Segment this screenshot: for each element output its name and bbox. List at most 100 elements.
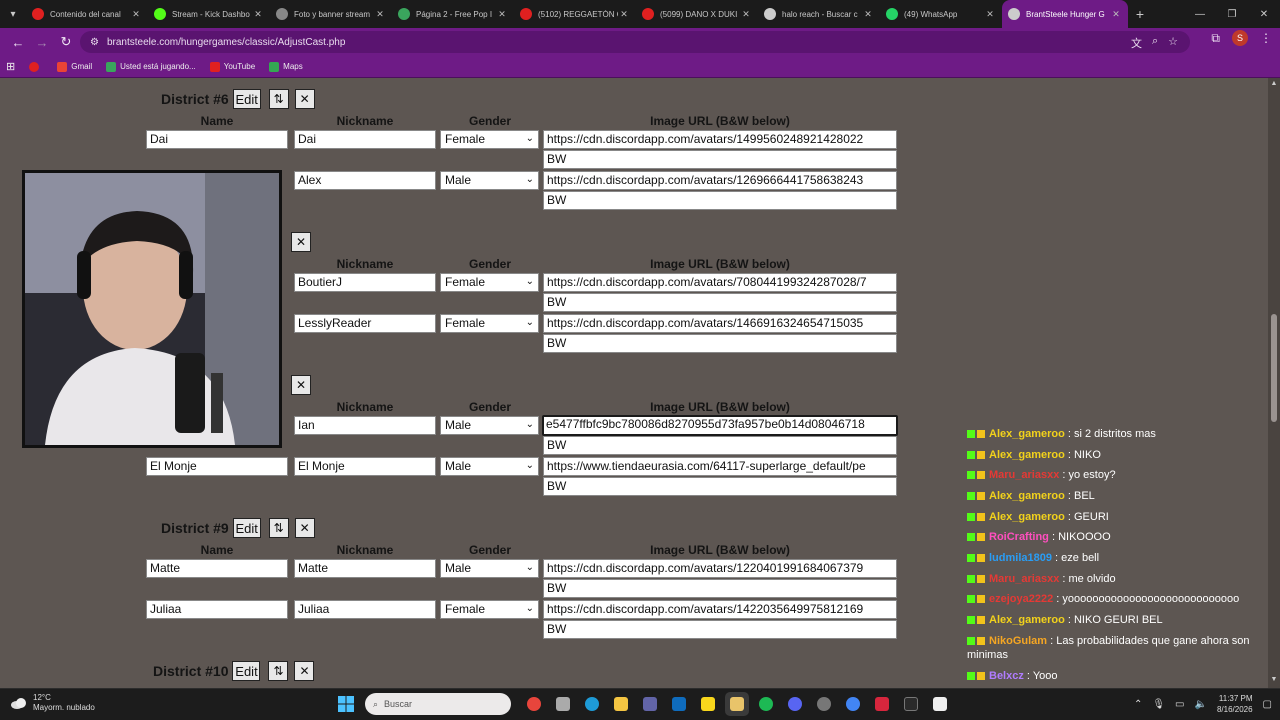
bw-image-url-input[interactable]: BW <box>543 191 897 210</box>
image-url-input[interactable]: https://cdn.discordapp.com/avatars/12696… <box>543 171 897 190</box>
chat-username[interactable]: Alex_gameroo <box>989 449 1065 461</box>
name-input[interactable]: Juliaa <box>146 600 288 619</box>
nickname-input[interactable]: Alex <box>294 171 436 190</box>
remove-district-button[interactable]: ✕ <box>291 232 311 252</box>
teams-app-icon[interactable] <box>638 692 662 716</box>
store-app-icon[interactable] <box>551 692 575 716</box>
image-url-input[interactable]: https://cdn.discordapp.com/avatars/70804… <box>543 273 897 292</box>
weather-widget[interactable]: 12°C Mayorm. nublado <box>10 693 95 713</box>
swap-button[interactable]: ⇅ <box>268 518 289 538</box>
browser-tab[interactable]: (49) WhatsApp ✕ <box>880 0 1002 28</box>
chat-username[interactable]: Maru_ariasxx <box>989 469 1059 481</box>
obs-app-icon[interactable] <box>812 692 836 716</box>
taskbar-search[interactable]: ⌕ Buscar <box>365 693 511 715</box>
chevron-up-icon[interactable]: ⌃ <box>1134 699 1142 710</box>
scroll-down-icon[interactable]: ▼ <box>1268 676 1280 686</box>
image-url-input[interactable]: https://cdn.discordapp.com/avatars/14995… <box>543 130 897 149</box>
image-url-input[interactable]: https://www.tiendaeurasia.com/64117-supe… <box>543 457 897 476</box>
browser-tab[interactable]: Página 2 - Free Pop I ✕ <box>392 0 514 28</box>
minimize-button[interactable]: — <box>1184 0 1216 28</box>
browser-tab[interactable]: Contenido del canal ✕ <box>26 0 148 28</box>
tab-search-icon[interactable]: ▾ <box>0 0 26 28</box>
gender-select[interactable]: Male ⌄ <box>440 559 539 578</box>
gender-select[interactable]: Male ⌄ <box>440 416 539 435</box>
image-url-input-focused[interactable]: e5477ffbfc9bc780086d8270955d73fa957be0b1… <box>542 415 898 436</box>
clock[interactable]: 11:37 PM 8/16/2026 <box>1217 693 1253 715</box>
zoom-icon[interactable]: ⌕ <box>1152 35 1158 51</box>
browser-tab[interactable]: (5102) REGGAETÓN C ✕ <box>514 0 636 28</box>
image-url-input[interactable]: https://cdn.discordapp.com/avatars/14669… <box>543 314 897 333</box>
active-app-icon[interactable] <box>725 692 749 716</box>
app-red-icon[interactable] <box>870 692 894 716</box>
gender-select[interactable]: Female ⌄ <box>440 314 539 333</box>
nickname-input[interactable]: BoutierJ <box>294 273 436 292</box>
remove-district-button[interactable]: ✕ <box>291 375 311 395</box>
chat-username[interactable]: NikoGulam <box>989 635 1047 647</box>
profile-avatar[interactable]: S <box>1232 30 1248 46</box>
bw-image-url-input[interactable]: BW <box>543 293 897 312</box>
tab-close-icon[interactable]: ✕ <box>740 9 752 20</box>
bookmark-item[interactable]: Maps <box>269 61 303 72</box>
tab-close-icon[interactable]: ✕ <box>984 9 996 20</box>
gender-select[interactable]: Male ⌄ <box>440 457 539 476</box>
apps-icon[interactable]: ⊞ <box>6 60 15 73</box>
chat-username[interactable]: ezejoya2222 <box>989 593 1053 605</box>
microphone-icon[interactable]: 🎙 <box>1152 699 1165 710</box>
swap-button[interactable]: ⇅ <box>268 89 289 109</box>
bw-image-url-input[interactable]: BW <box>543 477 897 496</box>
epic-app-icon[interactable] <box>899 692 923 716</box>
image-url-input[interactable]: https://cdn.discordapp.com/avatars/14220… <box>543 600 897 619</box>
page-scrollbar[interactable]: ▲ ▼ <box>1268 78 1280 688</box>
name-input[interactable]: Dai <box>146 130 288 149</box>
display-icon[interactable]: ▭ <box>1175 699 1184 710</box>
new-tab-button[interactable]: + <box>1128 6 1152 22</box>
image-url-input[interactable]: https://cdn.discordapp.com/avatars/12204… <box>543 559 897 578</box>
spotify-app-icon[interactable] <box>754 692 778 716</box>
chat-username[interactable]: Maru_ariasxx <box>989 573 1059 585</box>
chrome-profile-app-icon[interactable] <box>841 692 865 716</box>
address-bar[interactable]: ⚙ brantsteele.com/hungergames/classic/Ad… <box>80 31 1190 53</box>
edit-button[interactable]: Edit <box>232 661 261 681</box>
browser-tab[interactable]: (5099) DANO X DUKI ✕ <box>636 0 758 28</box>
chat-username[interactable]: Alex_gameroo <box>989 490 1065 502</box>
name-input[interactable]: Matte <box>146 559 288 578</box>
bw-image-url-input[interactable]: BW <box>543 150 897 169</box>
notes-app-icon[interactable] <box>696 692 720 716</box>
chat-username[interactable]: Alex_gameroo <box>989 511 1065 523</box>
bw-image-url-input[interactable]: BW <box>543 436 897 455</box>
menu-icon[interactable]: ⋮ <box>1260 31 1272 45</box>
swap-button[interactable]: ⇅ <box>268 661 289 681</box>
close-window-button[interactable]: ✕ <box>1248 0 1280 28</box>
explorer-app-icon[interactable] <box>609 692 633 716</box>
gender-select[interactable]: Female ⌄ <box>440 273 539 292</box>
tab-close-icon[interactable]: ✕ <box>374 9 386 20</box>
restore-button[interactable]: ❐ <box>1216 0 1248 28</box>
gender-select[interactable]: Male ⌄ <box>440 171 539 190</box>
bw-image-url-input[interactable]: BW <box>543 334 897 353</box>
edit-button[interactable]: Edit <box>232 89 261 109</box>
translate-icon[interactable]: 文 <box>1131 35 1142 51</box>
scrollbar-thumb[interactable] <box>1271 314 1277 422</box>
browser-tab[interactable]: halo reach - Buscar c ✕ <box>758 0 880 28</box>
edge-app-icon[interactable] <box>580 692 604 716</box>
chat-username[interactable]: Belxcz <box>989 670 1024 682</box>
chat-username[interactable]: ludmila1809 <box>989 552 1052 564</box>
nickname-input[interactable]: Juliaa <box>294 600 436 619</box>
notification-icon[interactable]: ▢ <box>1263 699 1272 710</box>
bookmark-youtube-channel[interactable] <box>29 61 43 72</box>
bookmark-item[interactable]: Gmail <box>57 61 92 72</box>
chat-username[interactable]: RoiCrafting <box>989 531 1049 543</box>
discord-app-icon[interactable] <box>783 692 807 716</box>
tab-close-icon[interactable]: ✕ <box>252 9 264 20</box>
name-input[interactable]: El Monje <box>146 457 288 476</box>
nickname-input[interactable]: LesslyReader <box>294 314 436 333</box>
tab-close-icon[interactable]: ✕ <box>618 9 630 20</box>
outlook-app-icon[interactable] <box>667 692 691 716</box>
forward-button[interactable]: → <box>30 30 54 54</box>
edit-button[interactable]: Edit <box>232 518 261 538</box>
tab-active[interactable]: BrantSteele Hunger G ✕ <box>1002 0 1128 28</box>
remove-district-button[interactable]: ✕ <box>294 89 315 109</box>
tab-close-icon[interactable]: ✕ <box>862 9 874 20</box>
nickname-input[interactable]: Dai <box>294 130 436 149</box>
nickname-input[interactable]: El Monje <box>294 457 436 476</box>
